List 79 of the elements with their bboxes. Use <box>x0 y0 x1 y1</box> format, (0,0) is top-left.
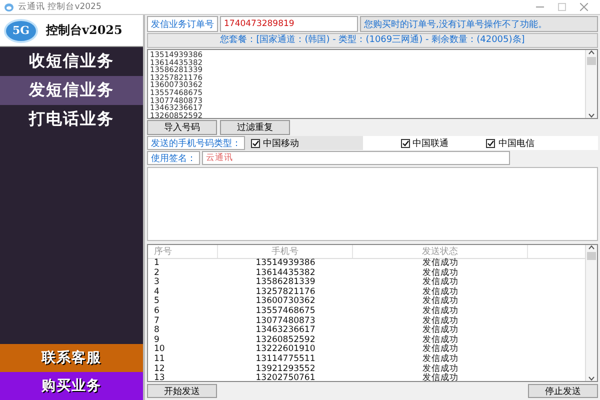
scrollbar[interactable] <box>585 50 597 118</box>
chevron-down-icon[interactable] <box>588 113 595 118</box>
message-field[interactable] <box>147 167 598 241</box>
field-label: 使用签名： <box>147 151 200 165</box>
table-cell-text: 4 <box>153 288 160 297</box>
close-icon[interactable] <box>580 3 588 11</box>
field-label: 发信业务订单号 <box>147 16 218 32</box>
column-header: 手机号 <box>218 245 353 258</box>
table-cell-text: 13600730362 <box>254 297 316 306</box>
sidebar-action-button[interactable]: 联系客服 <box>0 344 143 372</box>
table-cell-text: 6 <box>153 306 160 316</box>
chevron-down-icon[interactable] <box>588 376 595 381</box>
table-cell-text: 13114775511 <box>254 354 316 364</box>
window-title: 云通讯 控制台v2025 <box>18 1 102 13</box>
table-cell-text: 发信成功 <box>422 345 460 354</box>
table-cell-text: 13077480873 <box>254 316 316 326</box>
scrollbar-thumb[interactable] <box>587 252 596 260</box>
checkbox-label: 中国移动 <box>263 138 299 150</box>
action-button[interactable]: 过滤重复 <box>220 120 290 135</box>
chevron-up-icon[interactable] <box>588 245 595 250</box>
table-cell-text: 发信成功 <box>422 326 460 336</box>
maximize-icon[interactable] <box>558 3 566 11</box>
table-cell-text: 2 <box>153 268 160 278</box>
chevron-up-icon[interactable] <box>588 50 595 55</box>
sidebar-menu-item[interactable]: 打电话业务 <box>0 105 143 134</box>
package-info: 您套餐：[国家通道：(韩国) - 类型：(1069三网通) - 剩余数量：(42005)条] <box>147 33 598 48</box>
table-cell-text: 发信成功 <box>422 364 460 374</box>
table-cell-text: 13463236617 <box>254 326 316 336</box>
sidebar-menu-item[interactable]: 发短信业务 <box>0 76 143 105</box>
table-cell-text: 发信成功 <box>422 297 460 306</box>
table-cell-text: 13514939386 <box>254 259 316 268</box>
table-cell-text: 发信成功 <box>422 288 460 297</box>
table-cell-text: 13614435382 <box>254 268 316 278</box>
table-cell-text: 发信成功 <box>422 306 460 316</box>
table-cell-text: 12 <box>153 364 166 374</box>
checkbox-label: 中国电信 <box>498 138 534 150</box>
table-cell-text: 发信成功 <box>422 316 460 326</box>
table-cell-text: 8 <box>153 326 160 336</box>
table-cell-text: 13921293552 <box>254 364 316 374</box>
checkbox[interactable] <box>486 138 496 148</box>
action-button[interactable]: 停止发送 <box>528 384 598 398</box>
field-label: 发送的手机号码类型： <box>147 136 245 150</box>
cloud-logo-icon: 5G <box>4 18 38 42</box>
checkbox[interactable] <box>251 138 260 148</box>
table-cell-text: 发信成功 <box>422 278 460 288</box>
column-header: 序号 <box>148 245 218 258</box>
table-cell-text: 发信成功 <box>422 354 460 364</box>
order-number-field[interactable]: 1740473289819 <box>220 16 358 32</box>
table-cell-text: 13202750761 <box>254 374 316 384</box>
table-cell-text: 发信成功 <box>422 374 460 384</box>
table-cell-text: 13260852592 <box>254 336 316 345</box>
table-cell-text: 发信成功 <box>422 259 460 268</box>
table-cell-text: 9 <box>153 336 160 345</box>
sidebar-action-button[interactable]: 购买业务 <box>0 372 143 400</box>
table-cell-text: 发信成功 <box>422 268 460 278</box>
column-header: 发送状态 <box>353 245 528 258</box>
table-cell-text: 1 <box>153 259 160 268</box>
order-hint: 您购买时的订单号,没有订单号操作不了功能。 <box>360 16 598 32</box>
table-cell-text: 5 <box>153 297 160 306</box>
table-cell-text: 13586281339 <box>254 278 316 288</box>
table-cell-text: 13257821176 <box>254 288 316 297</box>
action-button[interactable]: 开始发送 <box>147 384 217 398</box>
table-cell-text: 13222601910 <box>254 345 316 354</box>
scrollbar-thumb[interactable] <box>587 57 596 65</box>
logo-title: 控制台v2025 <box>46 22 122 39</box>
table-cell-text: 10 <box>153 345 166 354</box>
app-icon <box>4 2 14 12</box>
sidebar-menu-item[interactable]: 收短信业务 <box>0 47 143 76</box>
table-cell-text: 13557468675 <box>254 306 316 316</box>
scrollbar[interactable] <box>585 245 597 381</box>
table-cell-text: 发信成功 <box>422 336 460 345</box>
table-cell-text: 3 <box>153 278 160 288</box>
checkbox-label: 中国联通 <box>412 138 448 150</box>
table-cell-text: 11 <box>153 354 166 364</box>
checkbox[interactable] <box>400 138 410 148</box>
signature-field[interactable]: 云通讯 <box>202 151 510 165</box>
table-cell-text: 13 <box>153 374 166 384</box>
action-button[interactable]: 导入号码 <box>147 120 217 135</box>
table-cell-text: 7 <box>153 316 160 326</box>
